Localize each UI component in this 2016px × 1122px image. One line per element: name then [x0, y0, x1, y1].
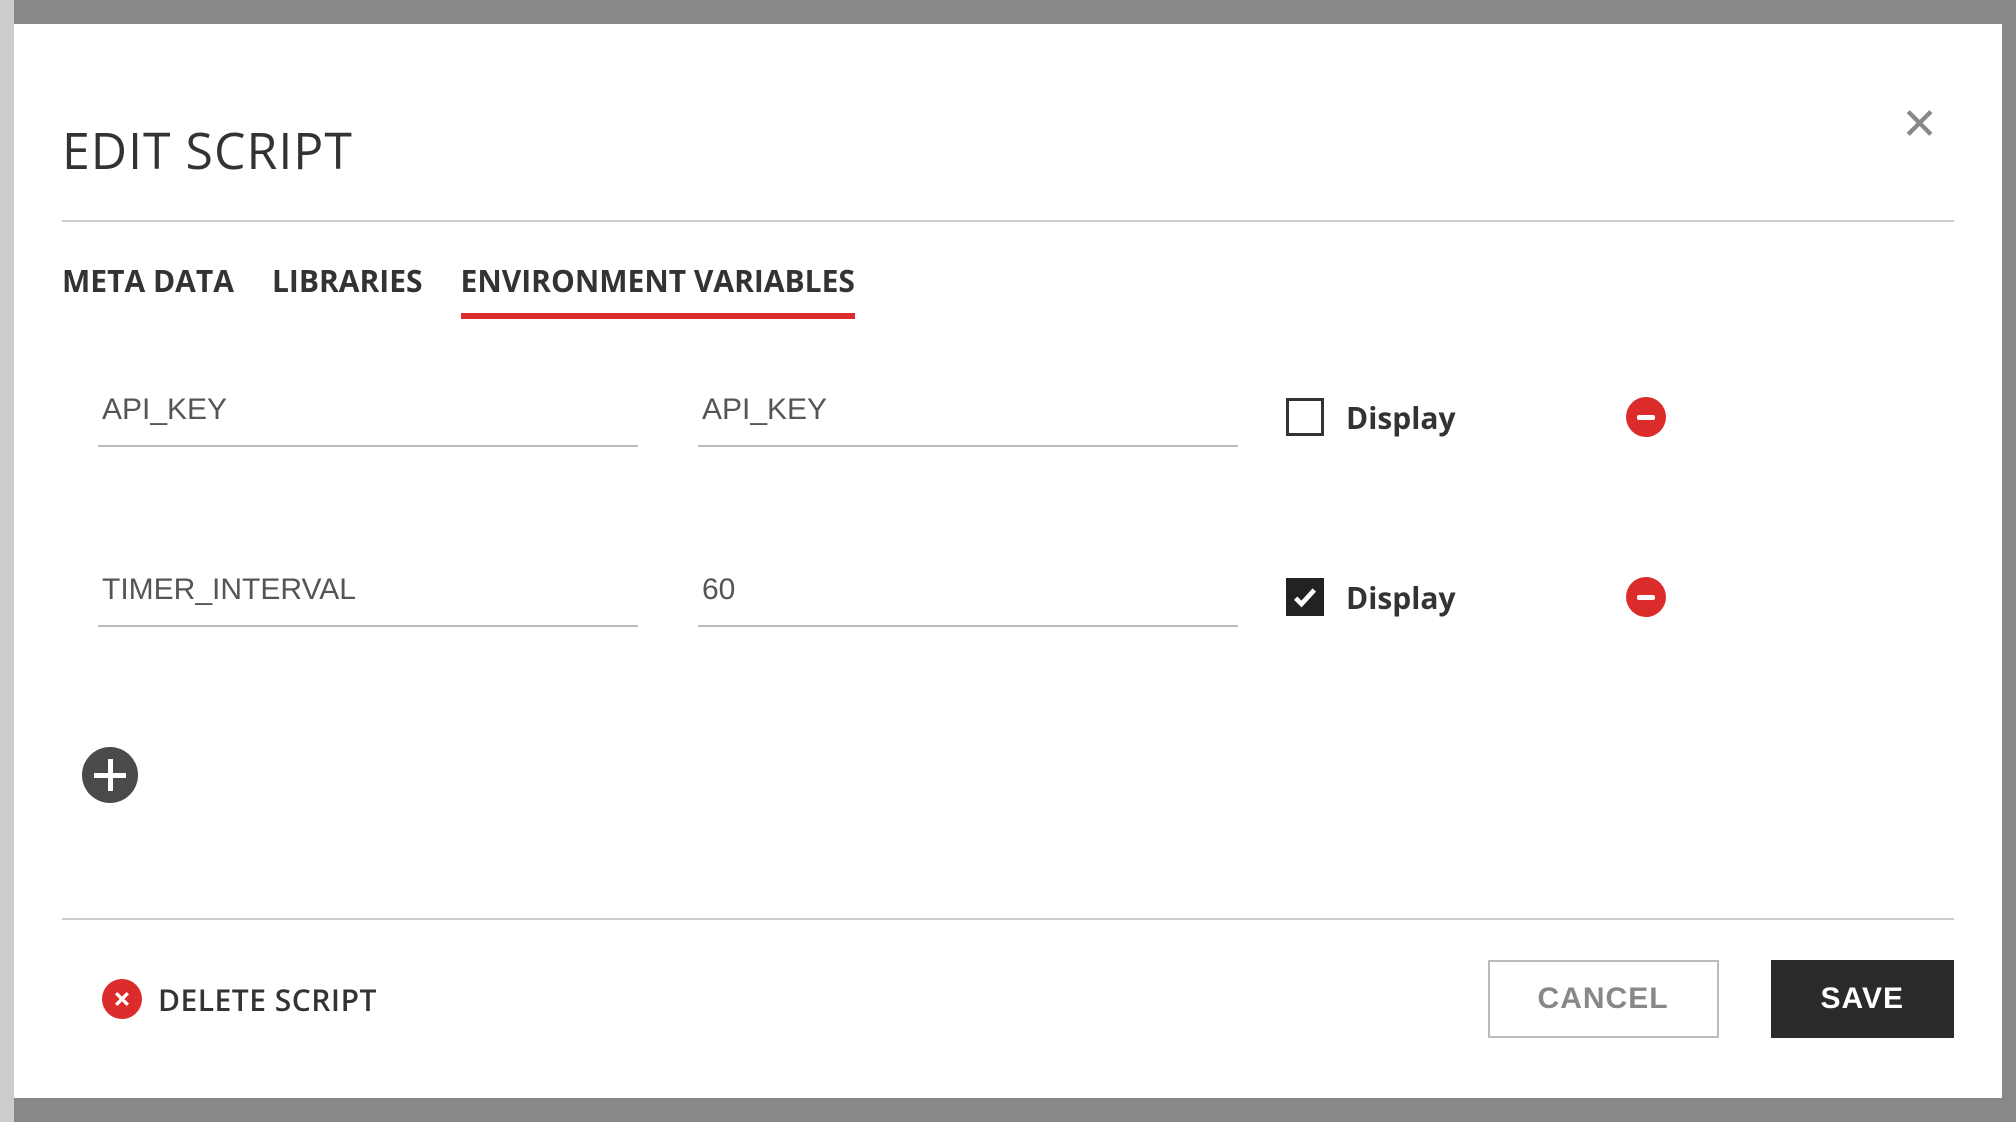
- divider: [62, 220, 1954, 222]
- dialog-footer: DELETE SCRIPT CANCEL SAVE: [62, 918, 1954, 1098]
- save-button[interactable]: SAVE: [1771, 960, 1954, 1038]
- env-var-name-input[interactable]: [98, 567, 638, 627]
- display-label: Display: [1346, 577, 1456, 618]
- display-checkbox[interactable]: [1286, 578, 1324, 616]
- tab-meta-data[interactable]: META DATA: [62, 260, 234, 319]
- env-var-value-input[interactable]: [698, 567, 1238, 627]
- env-var-value-input[interactable]: [698, 387, 1238, 447]
- delete-script-button[interactable]: DELETE SCRIPT: [102, 979, 377, 1020]
- tab-environment-variables[interactable]: ENVIRONMENT VARIABLES: [461, 260, 855, 319]
- tab-libraries[interactable]: LIBRARIES: [272, 260, 423, 319]
- tabs: META DATA LIBRARIES ENVIRONMENT VARIABLE…: [62, 260, 1954, 319]
- edit-script-dialog: ✕ EDIT SCRIPT META DATA LIBRARIES ENVIRO…: [14, 24, 2002, 1098]
- close-icon[interactable]: ✕: [1901, 100, 1938, 144]
- add-row-icon[interactable]: [82, 747, 138, 803]
- display-label: Display: [1346, 397, 1456, 438]
- env-var-row: Display: [98, 567, 1954, 627]
- display-checkbox[interactable]: [1286, 398, 1324, 436]
- cancel-button[interactable]: CANCEL: [1488, 960, 1719, 1038]
- delete-script-label: DELETE SCRIPT: [158, 979, 377, 1020]
- remove-row-icon[interactable]: [1626, 577, 1666, 617]
- delete-icon: [102, 979, 142, 1019]
- env-var-row: Display: [98, 387, 1954, 447]
- dialog-title: EDIT SCRIPT: [62, 116, 1954, 184]
- env-var-list: Display Display: [62, 387, 1954, 918]
- remove-row-icon[interactable]: [1626, 397, 1666, 437]
- env-var-name-input[interactable]: [98, 387, 638, 447]
